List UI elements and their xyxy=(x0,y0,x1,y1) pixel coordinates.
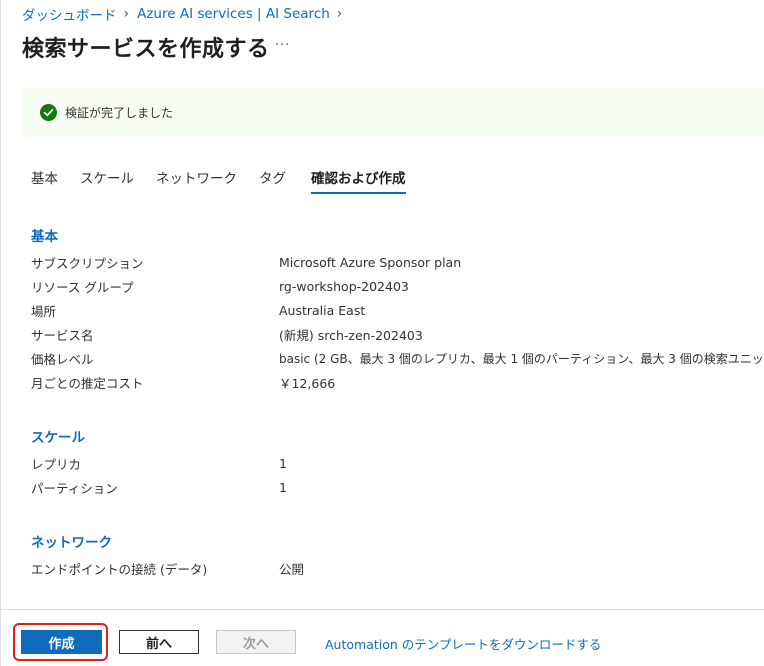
breadcrumb: ダッシュボード › Azure AI services | AI Search … xyxy=(22,4,350,24)
tab-tags[interactable]: タグ xyxy=(259,166,286,194)
row-label: 月ごとの推定コスト xyxy=(31,375,144,391)
tab-bar: 基本 スケール ネットワーク タグ 確認および作成 xyxy=(31,166,428,194)
row-label: エンドポイントの接続 (データ) xyxy=(31,561,208,577)
summary-row: リソース グループ rg-workshop-202403 xyxy=(31,277,409,295)
summary-row: パーティション 1 xyxy=(31,478,287,496)
chevron-right-icon: › xyxy=(336,6,343,22)
row-value: basic (2 GB、最大 3 個のレプリカ、最大 1 個のパーティション、最… xyxy=(279,351,764,366)
page-title: 検索サービスを作成する xyxy=(22,37,270,62)
section-title-scale: スケール xyxy=(31,430,85,446)
check-circle-icon xyxy=(40,103,57,121)
row-value: 1 xyxy=(279,479,287,495)
row-value: Microsoft Azure Sponsor plan xyxy=(279,254,462,270)
row-label: レプリカ xyxy=(31,456,82,472)
download-template-link[interactable]: Automation のテンプレートをダウンロードする xyxy=(325,634,601,653)
summary-row: 月ごとの推定コスト ￥12,666 xyxy=(31,373,335,391)
tab-review-create[interactable]: 確認および作成 xyxy=(311,166,406,194)
summary-row: サービス名 (新規) srch-zen-202403 xyxy=(31,325,423,343)
row-label: パーティション xyxy=(31,480,118,496)
tab-basics[interactable]: 基本 xyxy=(31,166,58,194)
next-button[interactable]: 次へ xyxy=(216,630,296,654)
section-title-networking: ネットワーク xyxy=(31,535,112,551)
summary-row: レプリカ 1 xyxy=(31,454,287,472)
row-value: 公開 xyxy=(279,561,305,577)
more-options-icon[interactable]: ··· xyxy=(275,38,290,53)
left-border xyxy=(0,0,1,666)
row-value: rg-workshop-202403 xyxy=(279,278,409,294)
tab-networking[interactable]: ネットワーク xyxy=(156,166,237,194)
row-value: (新規) srch-zen-202403 xyxy=(279,327,423,343)
row-value: Australia East xyxy=(279,302,366,318)
chevron-right-icon: › xyxy=(123,6,130,22)
row-label: サービス名 xyxy=(31,327,94,343)
row-label: リソース グループ xyxy=(31,279,134,295)
row-label: 場所 xyxy=(31,303,57,319)
row-value: ￥12,666 xyxy=(279,375,336,391)
summary-row: 価格レベル basic (2 GB、最大 3 個のレプリカ、最大 1 個のパーテ… xyxy=(31,349,764,367)
row-label: 価格レベル xyxy=(31,351,94,367)
summary-row: 場所 Australia East xyxy=(31,301,365,319)
summary-row: サブスクリプション Microsoft Azure Sponsor plan xyxy=(31,253,461,271)
tab-scale[interactable]: スケール xyxy=(80,166,134,194)
breadcrumb-ai-search-link[interactable]: Azure AI services | AI Search xyxy=(137,6,330,22)
breadcrumb-dashboard-link[interactable]: ダッシュボード xyxy=(22,4,117,24)
validation-banner: 検証が完了しました xyxy=(22,87,764,137)
previous-button[interactable]: 前へ xyxy=(119,630,199,654)
validation-message: 検証が完了しました xyxy=(65,105,174,120)
row-value: 1 xyxy=(279,455,287,471)
row-label: サブスクリプション xyxy=(31,255,144,271)
summary-row: エンドポイントの接続 (データ) 公開 xyxy=(31,559,304,577)
create-button[interactable]: 作成 xyxy=(21,630,102,654)
footer-divider xyxy=(0,609,764,610)
section-title-basics: 基本 xyxy=(31,229,58,245)
